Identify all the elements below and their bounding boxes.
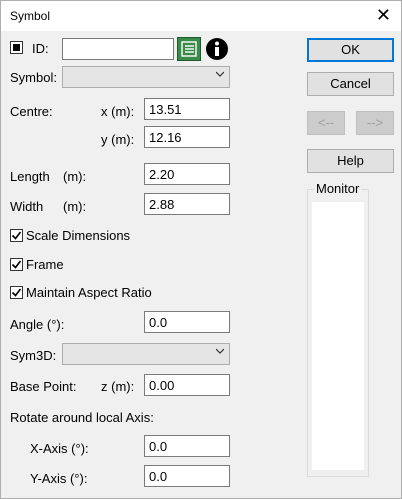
previous-button[interactable]: <-- bbox=[307, 111, 345, 135]
cancel-button[interactable]: Cancel bbox=[307, 72, 394, 96]
monitor-group: Monitor bbox=[307, 181, 369, 477]
sym3d-label: Sym3D: bbox=[10, 348, 57, 363]
angle-label: Angle (°): bbox=[10, 317, 65, 332]
indeterminate-mark bbox=[13, 44, 20, 51]
width-input[interactable]: 2.88 bbox=[144, 193, 230, 215]
symbol-label: Symbol: bbox=[10, 70, 57, 85]
width-unit: (m): bbox=[63, 199, 87, 214]
base-point-z-label: z (m): bbox=[101, 379, 135, 394]
maintain-aspect-ratio-checkbox[interactable] bbox=[10, 286, 23, 299]
info-icon[interactable] bbox=[205, 37, 229, 61]
symbol-dialog: Symbol ✕ ID: Symbol: Centre: x (m): 13.5… bbox=[0, 0, 402, 499]
next-button[interactable]: --> bbox=[356, 111, 394, 135]
scale-dimensions-label[interactable]: Scale Dimensions bbox=[26, 228, 130, 243]
length-input[interactable]: 2.20 bbox=[144, 163, 230, 185]
symbol-dropdown[interactable] bbox=[62, 66, 230, 88]
frame-checkbox[interactable] bbox=[10, 258, 23, 271]
checkmark-icon bbox=[11, 260, 22, 269]
length-label: Length bbox=[10, 169, 50, 184]
close-icon[interactable]: ✕ bbox=[376, 5, 391, 25]
chevron-down-icon bbox=[216, 348, 224, 354]
width-label: Width bbox=[10, 199, 44, 214]
chevron-down-icon bbox=[216, 71, 224, 77]
angle-input[interactable]: 0.0 bbox=[144, 311, 230, 333]
base-point-label: Base Point: bbox=[10, 379, 77, 394]
maintain-aspect-ratio-label[interactable]: Maintain Aspect Ratio bbox=[26, 285, 152, 300]
monitor-panel bbox=[312, 202, 364, 470]
centre-x-label: x (m): bbox=[101, 104, 135, 119]
frame-label[interactable]: Frame bbox=[26, 257, 64, 272]
sym3d-dropdown[interactable] bbox=[62, 343, 230, 365]
checkmark-icon bbox=[11, 288, 22, 297]
ok-button[interactable]: OK bbox=[307, 38, 394, 62]
id-checkbox[interactable] bbox=[10, 41, 23, 54]
rotate-y-label: Y-Axis (°): bbox=[30, 471, 88, 486]
base-point-z-input[interactable]: 0.00 bbox=[144, 374, 230, 396]
length-unit: (m): bbox=[63, 169, 87, 184]
rotate-label: Rotate around local Axis: bbox=[10, 410, 154, 425]
list-icon[interactable] bbox=[177, 37, 201, 61]
centre-y-label: y (m): bbox=[101, 132, 135, 147]
id-label: ID: bbox=[32, 41, 49, 56]
help-button[interactable]: Help bbox=[307, 149, 394, 173]
scale-dimensions-checkbox[interactable] bbox=[10, 229, 23, 242]
title-bar: Symbol ✕ bbox=[1, 1, 401, 31]
monitor-label: Monitor bbox=[314, 181, 362, 196]
rotate-x-input[interactable]: 0.0 bbox=[144, 435, 230, 457]
rotate-y-input[interactable]: 0.0 bbox=[144, 465, 230, 487]
centre-x-input[interactable]: 13.51 bbox=[144, 98, 230, 120]
centre-y-input[interactable]: 12.16 bbox=[144, 126, 230, 148]
id-input[interactable] bbox=[62, 38, 174, 60]
centre-label: Centre: bbox=[10, 104, 53, 119]
checkmark-icon bbox=[11, 231, 22, 240]
rotate-x-label: X-Axis (°): bbox=[30, 441, 89, 456]
window-title: Symbol bbox=[10, 9, 51, 23]
